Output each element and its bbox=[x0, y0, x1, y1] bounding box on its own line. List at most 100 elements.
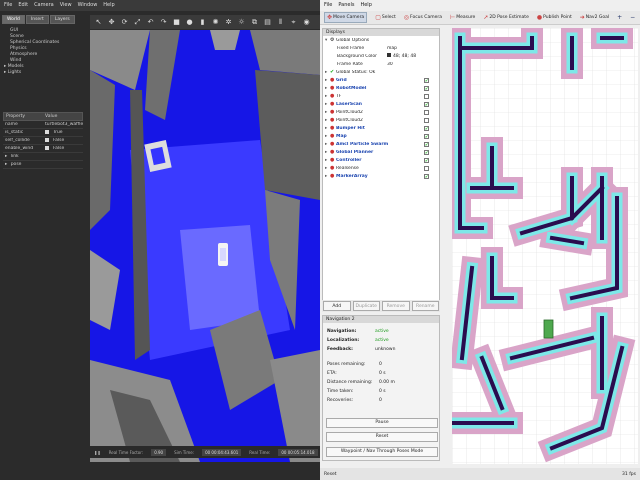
display-enable-checkbox[interactable]: ✔ bbox=[424, 133, 429, 139]
box-icon[interactable]: ■ bbox=[172, 18, 181, 26]
property-group-name: pose bbox=[10, 162, 22, 167]
display-item[interactable]: ▸ ● Grid ✔ bbox=[323, 76, 439, 84]
gazebo-window: File Edit Camera View Window Help World … bbox=[0, 0, 320, 480]
option-value[interactable]: map bbox=[387, 46, 439, 51]
display-enable-checkbox[interactable] bbox=[424, 165, 429, 171]
property-row[interactable]: is_static True bbox=[3, 129, 83, 137]
tool-measure[interactable]: ⊢ Measure bbox=[450, 14, 475, 21]
reset-view-button[interactable]: Reset bbox=[324, 472, 337, 477]
rviz-menu-file[interactable]: File bbox=[324, 2, 332, 8]
pause-button[interactable]: Pause bbox=[326, 418, 438, 428]
rotate-icon[interactable]: ⟳ bbox=[120, 18, 129, 26]
display-item[interactable]: ▸ ● Map ✔ bbox=[323, 132, 439, 140]
display-enable-checkbox[interactable]: ✔ bbox=[424, 157, 429, 163]
display-item[interactable]: ▸ ● LaserScan ✔ bbox=[323, 100, 439, 108]
tool-publish-point[interactable]: ● Publish Point bbox=[537, 14, 572, 21]
display-enable-checkbox[interactable]: ✔ bbox=[424, 141, 429, 147]
display-item[interactable]: ▸ ● RobotModel ✔ bbox=[323, 84, 439, 92]
display-enable-checkbox[interactable] bbox=[424, 109, 429, 115]
tool-nav2-goal[interactable]: ➜ Nav2 Goal bbox=[580, 14, 609, 21]
stat-row: Poses remaining: 0 bbox=[323, 360, 439, 369]
option-row[interactable]: Background Color 48; 48; 48 bbox=[323, 52, 439, 60]
display-enable-checkbox[interactable]: ✔ bbox=[424, 173, 429, 179]
option-value[interactable]: 48; 48; 48 bbox=[387, 53, 439, 59]
display-enable-checkbox[interactable]: ✔ bbox=[424, 149, 429, 155]
world-group-lights[interactable]: ▸ Lights bbox=[4, 70, 59, 76]
add-tool-button[interactable]: + bbox=[617, 14, 622, 21]
property-row[interactable]: enable_wind False bbox=[3, 145, 83, 153]
display-enable-checkbox[interactable]: ✔ bbox=[424, 77, 429, 83]
sphere-icon[interactable]: ● bbox=[185, 18, 194, 26]
duplicate-display-button[interactable]: Duplicate bbox=[352, 301, 380, 311]
play-pause-icon[interactable]: ❚❚ bbox=[94, 450, 101, 455]
display-item[interactable]: ▸ ● Global Planner ✔ bbox=[323, 148, 439, 156]
tool-focus-camera[interactable]: ◎ Focus Camera bbox=[404, 14, 442, 21]
property-group-name: link bbox=[10, 154, 19, 159]
display-enable-checkbox[interactable]: ✔ bbox=[424, 85, 429, 91]
display-enable-checkbox[interactable]: ✔ bbox=[424, 125, 429, 131]
tool-pose-estimate[interactable]: ➚ 2D Pose Estimate bbox=[483, 14, 529, 21]
option-row[interactable]: Fixed Frame map bbox=[323, 44, 439, 52]
property-group-pose[interactable]: ▸ pose bbox=[3, 161, 83, 169]
gazebo-3d-viewport[interactable] bbox=[90, 30, 320, 462]
scale-icon[interactable]: ⤢ bbox=[133, 18, 142, 27]
tool-move-camera[interactable]: ✥ Move Camera bbox=[324, 12, 368, 23]
menu-help[interactable]: Help bbox=[103, 2, 114, 9]
rviz-menu-panels[interactable]: Panels bbox=[338, 2, 354, 8]
global-status-row[interactable]: ▸ ✔ Global Status: Ok bbox=[323, 68, 439, 76]
display-item[interactable]: ▸ ● Bumper Hit ✔ bbox=[323, 124, 439, 132]
menu-camera[interactable]: Camera bbox=[34, 2, 54, 9]
add-display-button[interactable]: Add bbox=[323, 301, 351, 311]
snap-icon[interactable]: ⌖ bbox=[289, 18, 298, 27]
tab-insert[interactable]: Insert bbox=[25, 15, 49, 24]
remove-display-button[interactable]: Remove bbox=[382, 301, 410, 311]
option-value[interactable]: 30 bbox=[387, 62, 439, 67]
display-enable-checkbox[interactable] bbox=[424, 117, 429, 123]
remove-tool-button[interactable]: − bbox=[630, 14, 635, 21]
paste-icon[interactable]: ▤ bbox=[263, 18, 272, 26]
display-item[interactable]: ▸ ● Controller ✔ bbox=[323, 156, 439, 164]
select-arrow-icon[interactable]: ↖ bbox=[94, 18, 103, 26]
align-icon[interactable]: ⫴ bbox=[276, 18, 285, 27]
display-enable-checkbox[interactable]: ✔ bbox=[424, 101, 429, 107]
menu-view[interactable]: View bbox=[60, 2, 72, 9]
display-item[interactable]: ▸ ● TF bbox=[323, 92, 439, 100]
point-light-icon[interactable]: ✺ bbox=[211, 18, 220, 26]
menu-edit[interactable]: Edit bbox=[18, 2, 28, 9]
tab-world[interactable]: World bbox=[2, 15, 25, 24]
rviz-map-view[interactable] bbox=[452, 28, 638, 464]
cylinder-icon[interactable]: ▮ bbox=[198, 18, 207, 26]
feedback-value: unknown bbox=[375, 347, 396, 352]
tab-layers[interactable]: Layers bbox=[49, 15, 75, 24]
undo-icon[interactable]: ↶ bbox=[146, 18, 155, 26]
screenshot-icon[interactable]: ◉ bbox=[302, 18, 311, 26]
property-value-checkbox[interactable]: False bbox=[43, 137, 83, 143]
option-name: Frame Rate bbox=[337, 61, 363, 67]
menu-window[interactable]: Window bbox=[78, 2, 98, 9]
global-options-row[interactable]: ▾ ⚙ Global Options bbox=[323, 36, 439, 44]
property-value-checkbox[interactable]: False bbox=[43, 145, 83, 151]
property-value-checkbox[interactable]: True bbox=[43, 129, 83, 135]
property-group-link[interactable]: ▸ link bbox=[3, 153, 83, 161]
display-item[interactable]: ▸ ● Amcl Particle Swarm ✔ bbox=[323, 140, 439, 148]
translate-icon[interactable]: ✥ bbox=[107, 18, 116, 26]
tool-select[interactable]: ▢ Select bbox=[375, 14, 396, 21]
copy-icon[interactable]: ⧉ bbox=[250, 18, 259, 27]
spot-light-icon[interactable]: ✲ bbox=[224, 18, 233, 26]
display-enable-checkbox[interactable] bbox=[424, 93, 429, 99]
property-row[interactable]: name turtlebot3_waffle bbox=[3, 121, 83, 129]
property-value[interactable]: turtlebot3_waffle bbox=[43, 122, 83, 127]
display-item[interactable]: ▸ ● PointCloud2 bbox=[323, 116, 439, 124]
property-row[interactable]: self_collide False bbox=[3, 137, 83, 145]
waypoint-mode-button[interactable]: Waypoint / Nav Through Poses Mode bbox=[326, 447, 438, 457]
display-item[interactable]: ▸ ● PointCloud2 bbox=[323, 108, 439, 116]
directional-light-icon[interactable]: ☼ bbox=[237, 18, 246, 26]
option-row[interactable]: Frame Rate 30 bbox=[323, 60, 439, 68]
rename-display-button[interactable]: Rename bbox=[411, 301, 439, 311]
redo-icon[interactable]: ↷ bbox=[159, 18, 168, 26]
display-item[interactable]: ▸ ● Realsense bbox=[323, 164, 439, 172]
rviz-menu-help[interactable]: Help bbox=[360, 2, 371, 8]
display-item[interactable]: ▸ ● MarkerArray ✔ bbox=[323, 172, 439, 180]
menu-file[interactable]: File bbox=[4, 2, 12, 9]
reset-button[interactable]: Reset bbox=[326, 432, 438, 442]
